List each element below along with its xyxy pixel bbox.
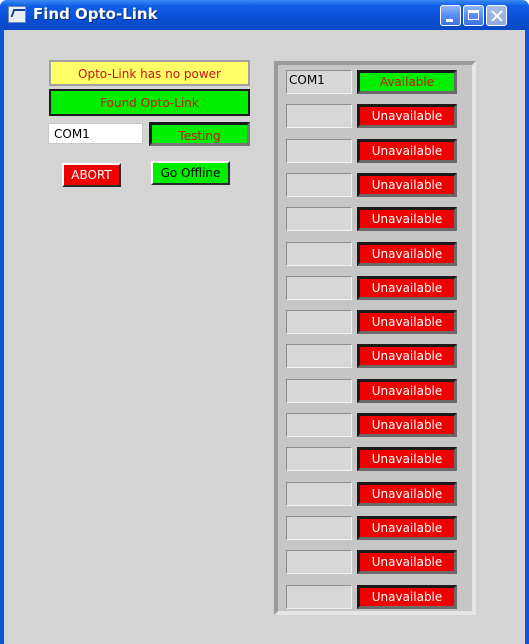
port-row: Unavailable [286,585,468,611]
port-name-field [286,173,352,197]
port-name-field [286,310,352,334]
port-status-indicator: Unavailable [357,413,457,437]
port-row: Unavailable [286,310,468,336]
power-status-indicator: Opto-Link has no power [49,60,250,86]
port-row: Unavailable [286,447,468,473]
window-title: Find Opto-Link [33,5,158,23]
port-status-indicator: Unavailable [357,482,457,506]
port-status-indicator: Unavailable [357,242,457,266]
port-name-field [286,413,352,437]
port-name-field [286,482,352,506]
port-list-panel: COM1 Available Unavailable Unavailable Unava… [274,61,476,615]
test-state-indicator: Testing [149,122,250,146]
port-status-indicator: Unavailable [357,310,457,334]
app-icon[interactable] [8,6,26,23]
window-client-area: Opto-Link has no power Found Opto-Link C… [4,30,525,644]
port-row: Unavailable [286,173,468,199]
title-bar[interactable]: Find Opto-Link [0,0,529,30]
abort-button[interactable]: ABORT [62,163,121,187]
port-name-field [286,447,352,471]
port-name-field [286,207,352,231]
port-status-indicator: Unavailable [357,276,457,300]
port-status-indicator: Unavailable [357,104,457,128]
port-name-field [286,139,352,163]
found-status-indicator: Found Opto-Link [49,89,250,116]
port-row: Unavailable [286,139,468,165]
port-status-indicator: Unavailable [357,379,457,403]
port-status-indicator: Unavailable [357,207,457,231]
port-row: Unavailable [286,413,468,439]
port-row: Unavailable [286,344,468,370]
port-status-indicator: Unavailable [357,173,457,197]
port-status-indicator: Unavailable [357,550,457,574]
port-name-field [286,516,352,540]
find-opto-link-window: Find Opto-Link Opto-Link has no power Fo… [0,0,529,644]
port-row: Unavailable [286,482,468,508]
close-icon[interactable] [486,5,507,26]
port-status-indicator: Unavailable [357,516,457,540]
port-row: COM1 Available [286,70,468,96]
port-status-indicator: Unavailable [357,447,457,471]
go-offline-button[interactable]: Go Offline [151,161,230,185]
port-row: Unavailable [286,104,468,130]
port-status-indicator: Unavailable [357,585,457,609]
port-name-field [286,585,352,609]
port-name-field: COM1 [286,70,352,94]
port-row: Unavailable [286,516,468,542]
port-row: Unavailable [286,242,468,268]
current-port-field: COM1 [48,123,143,144]
minimize-icon[interactable] [440,5,461,26]
port-row: Unavailable [286,276,468,302]
port-row: Unavailable [286,207,468,233]
port-status-indicator: Available [357,70,457,94]
port-name-field [286,379,352,403]
port-name-field [286,276,352,300]
port-name-field [286,242,352,266]
maximize-icon[interactable] [463,5,484,26]
port-name-field [286,550,352,574]
port-name-field [286,104,352,128]
port-status-indicator: Unavailable [357,139,457,163]
port-name-field [286,344,352,368]
port-row: Unavailable [286,379,468,405]
port-row: Unavailable [286,550,468,576]
port-status-indicator: Unavailable [357,344,457,368]
